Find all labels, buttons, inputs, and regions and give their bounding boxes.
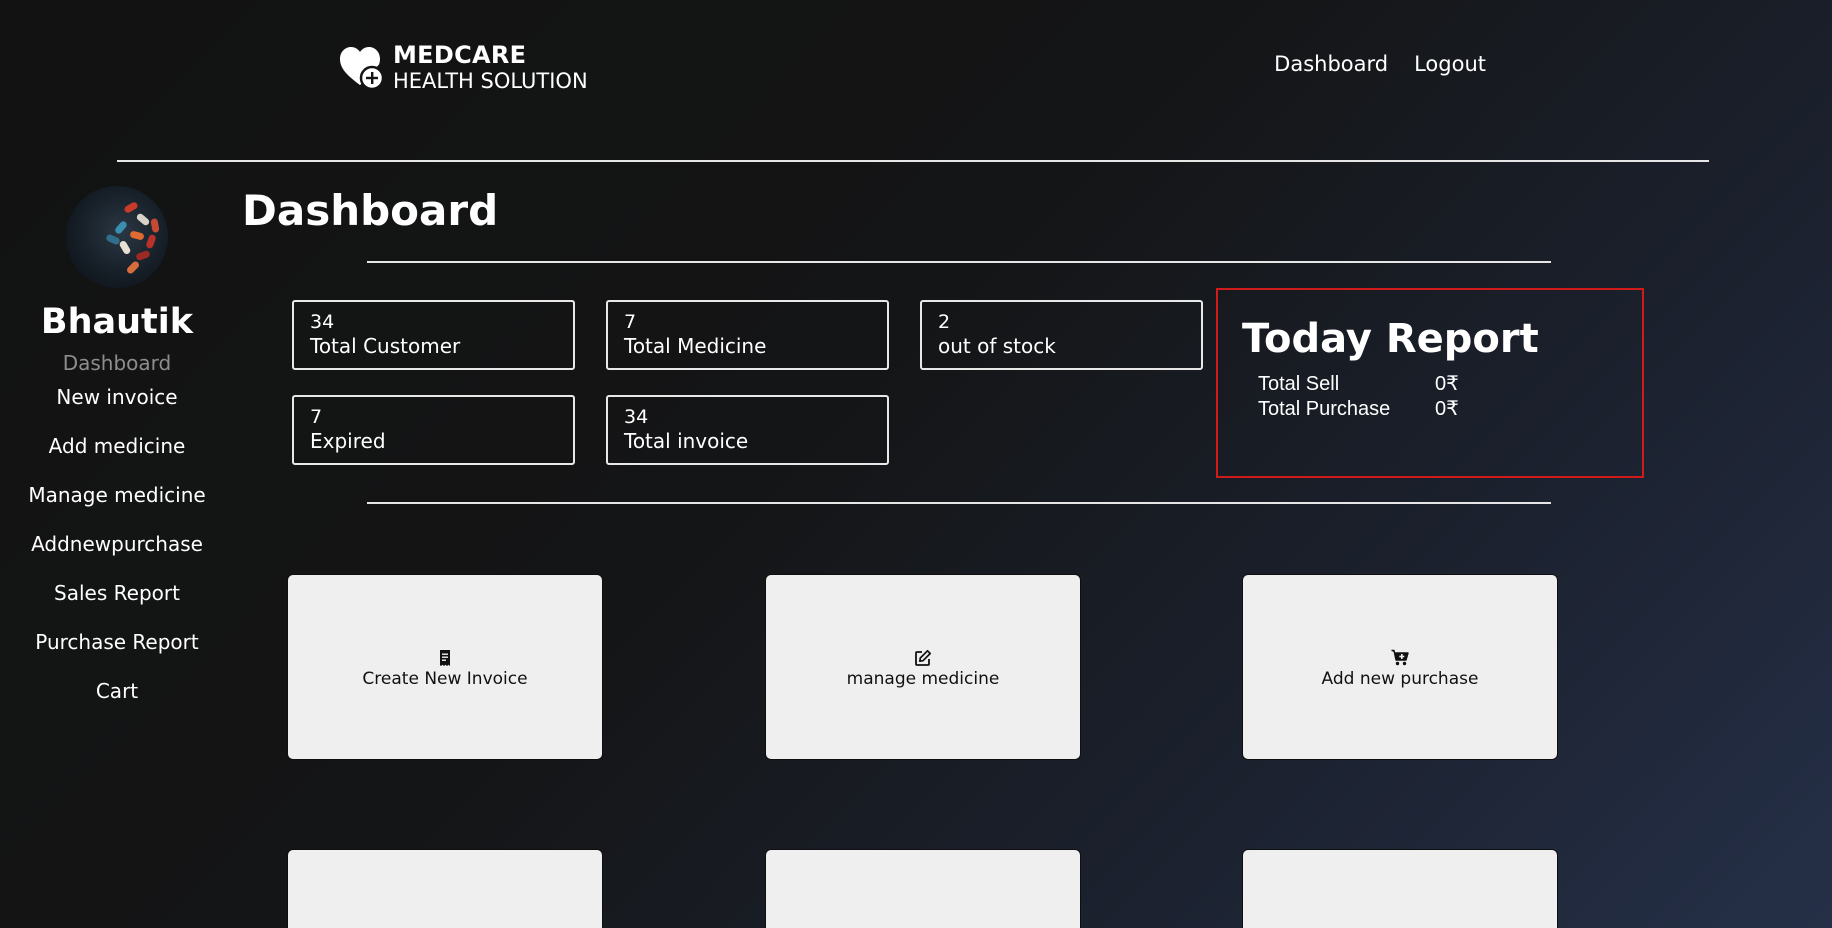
action-tile[interactable]	[765, 849, 1081, 928]
stat-label: Expired	[310, 429, 386, 453]
stat-value: 7	[310, 406, 323, 428]
manage-medicine-tile[interactable]: manage medicine	[765, 574, 1081, 760]
action-tile[interactable]	[1242, 849, 1558, 928]
stat-card-expired[interactable]: 7 Expired	[292, 395, 575, 465]
sidebar-item-purchase-report[interactable]: Purchase Report	[0, 623, 234, 672]
logo[interactable]: MEDCARE HEALTH SOLUTION	[338, 41, 588, 94]
stat-label: Total Customer	[310, 334, 461, 358]
top-nav: Dashboard Logout	[1274, 52, 1486, 76]
stat-label: Total invoice	[624, 429, 749, 453]
cart-plus-icon	[1391, 649, 1409, 666]
add-new-purchase-tile[interactable]: Add new purchase	[1242, 574, 1558, 760]
sidebar-item-new-invoice[interactable]: New invoice	[0, 378, 234, 427]
page-title: Dashboard	[242, 186, 499, 235]
edit-icon	[915, 649, 932, 666]
user-name: Bhautik	[40, 302, 194, 342]
sidebar-menu: New invoice Add medicine Manage medicine…	[0, 378, 234, 721]
report-row-total-purchase: Total Purchase 0₹	[1258, 397, 1642, 422]
header-divider	[117, 160, 1709, 162]
report-value: 0₹	[1435, 398, 1459, 420]
create-new-invoice-tile[interactable]: Create New Invoice	[287, 574, 603, 760]
tile-label: Create New Invoice	[362, 669, 528, 689]
avatar[interactable]	[66, 186, 168, 288]
today-report-panel: Today Report Total Sell 0₹ Total Purchas…	[1216, 288, 1644, 478]
title-divider	[367, 261, 1551, 263]
action-tile[interactable]	[287, 849, 603, 928]
stat-card-total-customer[interactable]: 34 Total Customer	[292, 300, 575, 370]
tile-label: manage medicine	[846, 669, 1000, 689]
brand-subtitle: HEALTH SOLUTION	[393, 69, 588, 94]
brand-name: MEDCARE	[393, 41, 527, 69]
tile-label: Add new purchase	[1321, 669, 1479, 689]
sidebar-item-dashboard[interactable]: Dashboard	[0, 351, 234, 375]
receipt-icon	[440, 650, 450, 666]
stat-value: 34	[624, 406, 649, 428]
sidebar: Bhautik Dashboard New invoice Add medici…	[0, 182, 234, 721]
stat-card-out-of-stock[interactable]: 2 out of stock	[920, 300, 1203, 370]
sidebar-item-sales-report[interactable]: Sales Report	[0, 574, 234, 623]
nav-dashboard-link[interactable]: Dashboard	[1274, 52, 1388, 76]
sidebar-item-manage-medicine[interactable]: Manage medicine	[0, 476, 234, 525]
report-value: 0₹	[1435, 373, 1459, 395]
stat-label: Total Medicine	[624, 334, 767, 358]
stat-value: 2	[938, 311, 951, 333]
report-row-total-sell: Total Sell 0₹	[1258, 372, 1642, 397]
stats-divider	[367, 502, 1551, 504]
stat-card-total-medicine[interactable]: 7 Total Medicine	[606, 300, 889, 370]
stat-value: 7	[624, 311, 637, 333]
report-title: Today Report	[1242, 316, 1539, 362]
header: MEDCARE HEALTH SOLUTION Dashboard Logout	[0, 0, 1832, 162]
sidebar-item-addnewpurchase[interactable]: Addnewpurchase	[0, 525, 234, 574]
report-label: Total Sell	[1258, 373, 1340, 395]
nav-logout-link[interactable]: Logout	[1414, 52, 1486, 76]
heart-plus-icon	[338, 45, 386, 91]
sidebar-item-add-medicine[interactable]: Add medicine	[0, 427, 234, 476]
sidebar-item-cart[interactable]: Cart	[0, 672, 234, 721]
stat-card-total-invoice[interactable]: 34 Total invoice	[606, 395, 889, 465]
report-label: Total Purchase	[1258, 398, 1391, 420]
stat-value: 34	[310, 311, 335, 333]
stat-label: out of stock	[938, 334, 1056, 358]
